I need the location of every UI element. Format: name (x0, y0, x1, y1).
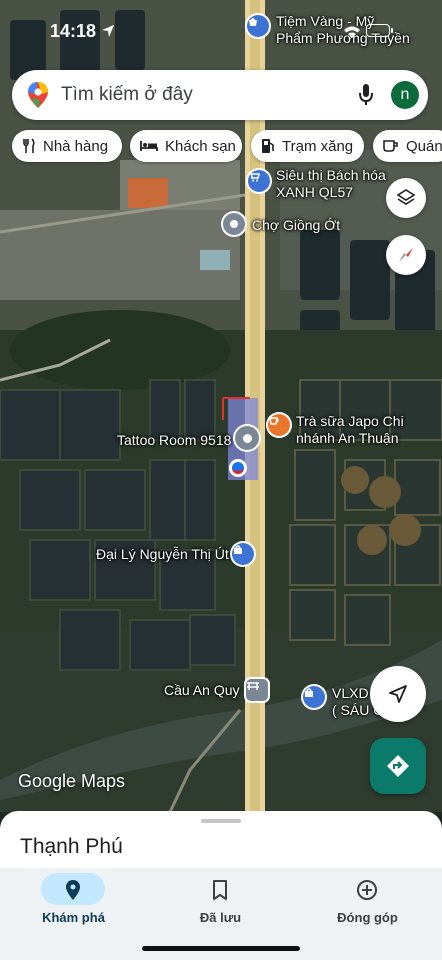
status-bar: 14:18 (0, 0, 442, 62)
layers-button[interactable] (386, 178, 426, 218)
poi-label-tattoo[interactable]: Tattoo Room 9518 (117, 432, 231, 449)
chip-label: Nhà hàng (43, 137, 109, 155)
tab-explore[interactable]: Khám phá (0, 868, 147, 938)
bridge-icon[interactable] (246, 679, 268, 701)
chip-label: Khách sạn (165, 137, 236, 155)
cafe-icon[interactable] (268, 414, 290, 436)
current-location-dot (229, 459, 247, 477)
poi-label-market[interactable]: Chợ Giồng Ớt (252, 217, 340, 234)
layers-icon (396, 189, 416, 205)
tab-label: Khám phá (42, 910, 105, 925)
shopping-cart-icon[interactable] (248, 170, 270, 192)
navigation-arrow-icon (389, 685, 407, 703)
directions-button[interactable] (370, 738, 426, 794)
category-chips: Nhà hàng Khách sạn Trạm xăng Quán (0, 130, 442, 164)
poi-label-bridge[interactable]: Cầu An Quy (164, 682, 240, 699)
poi-label-supermarket[interactable]: Siêu thị Bách hóa XANH QL57 (276, 167, 386, 201)
battery-icon (366, 24, 393, 37)
google-maps-pin-icon (28, 82, 48, 108)
google-maps-watermark: Google Maps (18, 771, 126, 791)
avatar[interactable]: n (391, 81, 419, 109)
chip-label: Quán (406, 137, 442, 155)
tab-contribute[interactable]: Đóng góp (294, 868, 441, 938)
store-icon[interactable] (232, 543, 254, 565)
gas-pump-icon (261, 138, 275, 154)
search-bar[interactable]: Tìm kiếm ở đây n (12, 70, 428, 120)
chip-gas-stations[interactable]: Trạm xăng (251, 130, 364, 162)
bookmark-icon (213, 880, 227, 900)
my-location-button[interactable] (370, 666, 426, 722)
sheet-drag-handle[interactable] (201, 819, 241, 823)
selected-place-pin-icon[interactable] (235, 426, 259, 450)
fork-knife-icon (22, 138, 36, 154)
coffee-cup-icon (383, 139, 399, 153)
compass-button[interactable] (386, 235, 426, 275)
building-supply-icon[interactable] (303, 686, 325, 708)
chip-restaurants[interactable]: Nhà hàng (12, 130, 122, 162)
directions-icon (387, 755, 409, 777)
tab-label: Đóng góp (337, 910, 398, 925)
market-pin-icon[interactable] (223, 213, 245, 235)
chip-hotels[interactable]: Khách sạn (130, 130, 242, 162)
tab-label: Đã lưu (199, 910, 242, 925)
home-indicator (142, 946, 300, 951)
location-arrow-icon (102, 25, 114, 37)
microphone-icon[interactable] (358, 83, 374, 107)
poi-label-agency[interactable]: Đại Lý Nguyễn Thị Út (96, 546, 229, 563)
chip-label: Trạm xăng (282, 137, 354, 155)
poi-label-milk-tea[interactable]: Trà sữa Japo Chi nhánh An Thuận (296, 413, 404, 447)
add-circle-icon (357, 880, 377, 900)
bed-icon (140, 140, 158, 152)
search-input[interactable]: Tìm kiếm ở đây (61, 84, 193, 106)
compass-icon (399, 248, 413, 262)
wifi-icon (344, 26, 360, 38)
status-time: 14:18 (50, 21, 97, 41)
tab-saved[interactable]: Đã lưu (147, 868, 294, 938)
sheet-title: Thạnh Phú (20, 835, 123, 858)
chip-cafes[interactable]: Quán (373, 130, 442, 162)
explore-pin-icon (66, 880, 80, 900)
